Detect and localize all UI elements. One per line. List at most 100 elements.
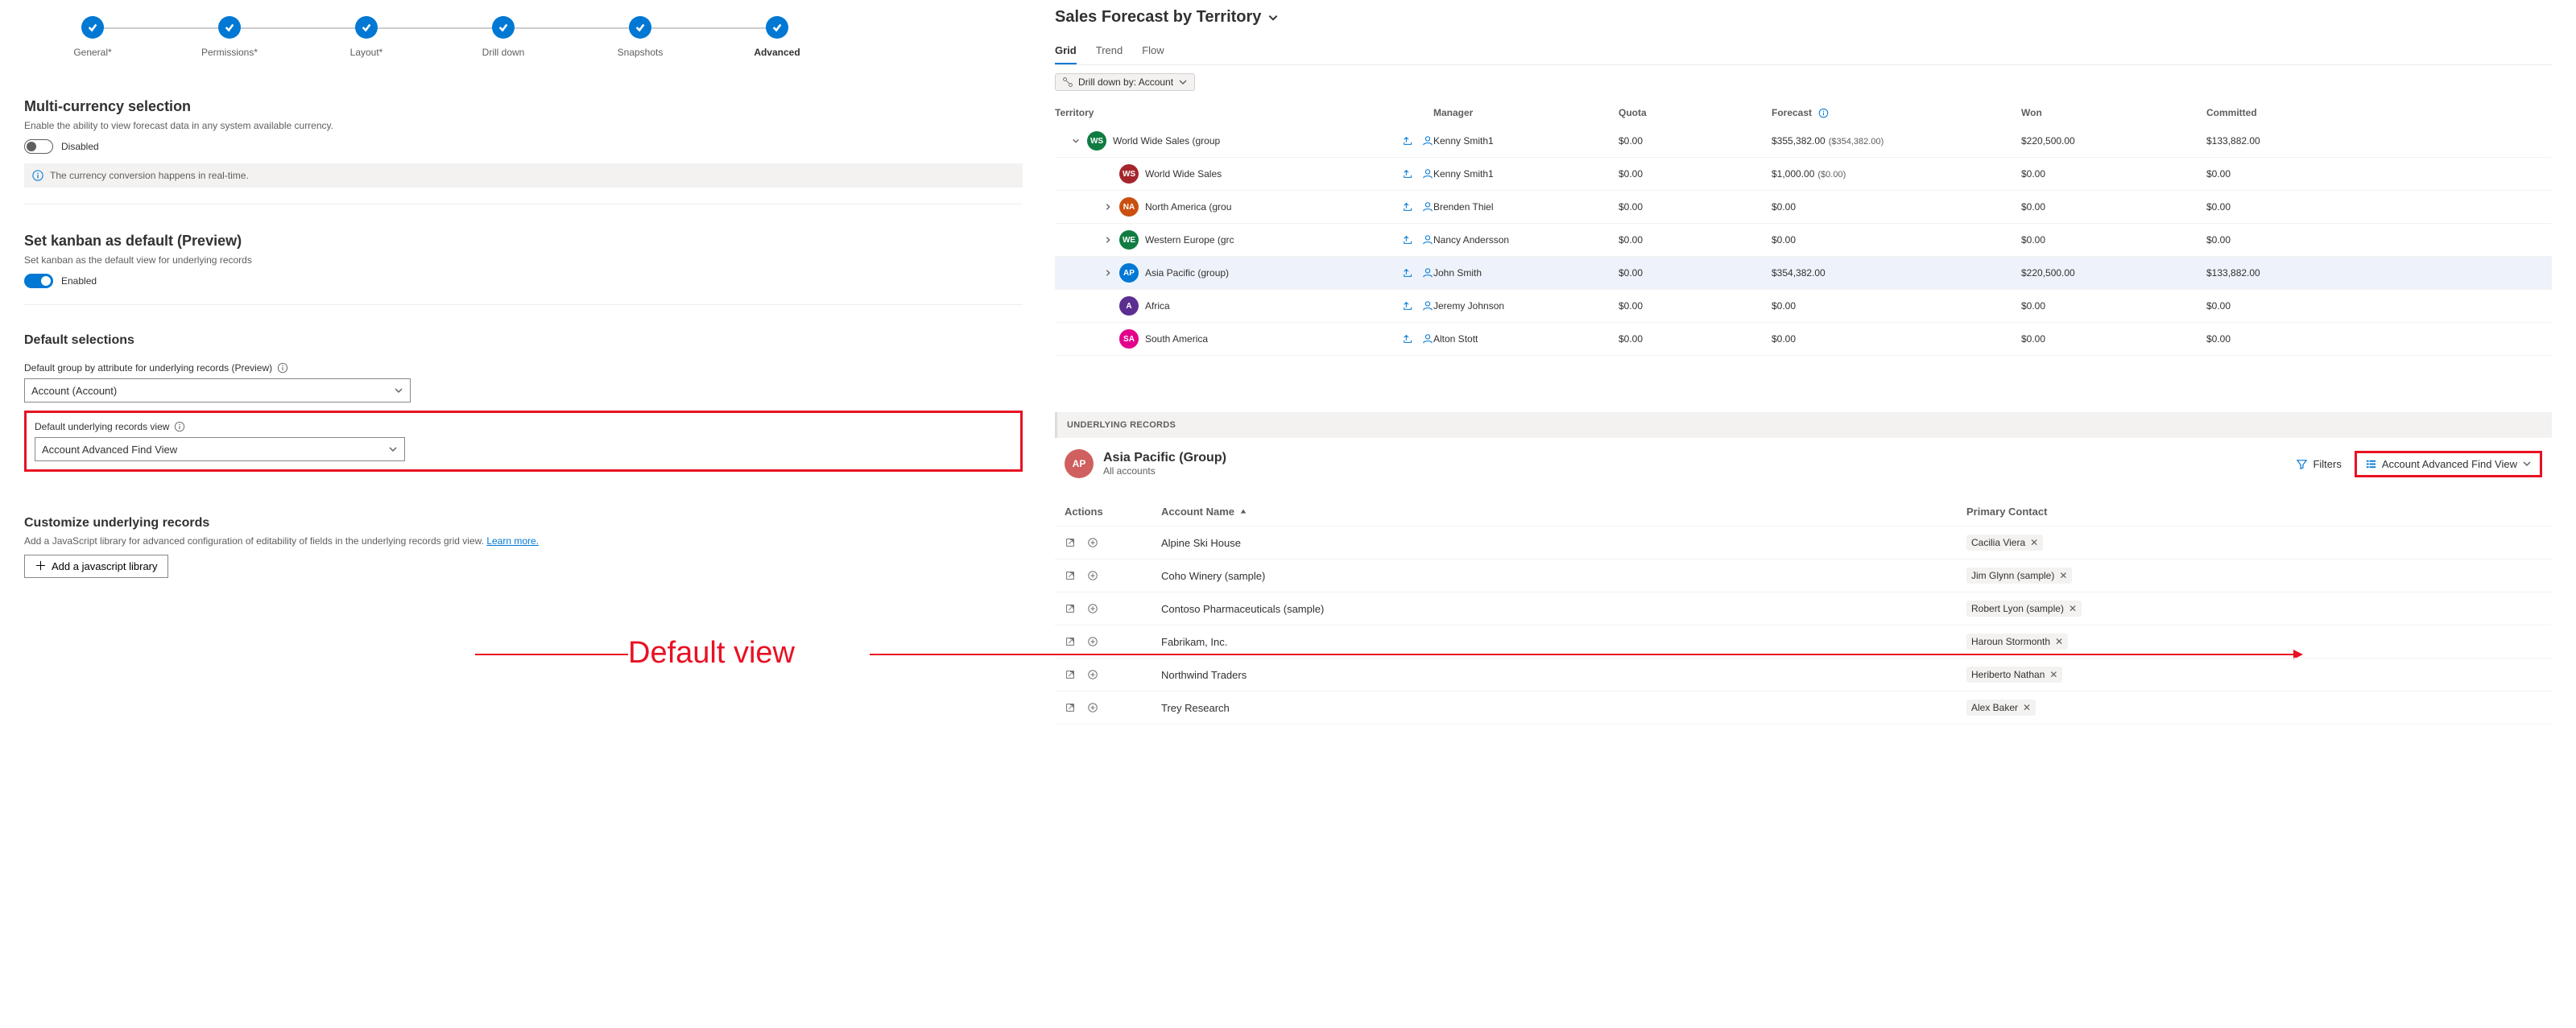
user-icon[interactable] xyxy=(1422,168,1433,180)
territory-name: South America xyxy=(1145,333,1208,345)
remove-chip-icon[interactable]: ✕ xyxy=(2023,702,2031,713)
chevron-down-icon[interactable] xyxy=(1267,12,1279,23)
territory-avatar: WS xyxy=(1119,164,1139,184)
expand-caret-icon[interactable] xyxy=(1071,137,1081,145)
open-icon[interactable] xyxy=(1065,636,1076,647)
won-cell: $0.00 xyxy=(2021,333,2206,345)
quota-cell: $0.00 xyxy=(1619,234,1772,246)
contact-chip[interactable]: Alex Baker ✕ xyxy=(1966,700,2036,716)
add-icon[interactable] xyxy=(1087,537,1098,548)
user-icon[interactable] xyxy=(1422,267,1433,279)
col-forecast[interactable]: Forecast xyxy=(1772,107,2021,118)
col-won[interactable]: Won xyxy=(2021,107,2206,118)
remove-chip-icon[interactable]: ✕ xyxy=(2069,603,2077,614)
forecast-row[interactable]: SA South America Alton Stott $0.00 $0.00… xyxy=(1055,323,2552,356)
filters-button[interactable]: Filters xyxy=(2296,458,2341,470)
forecast-row[interactable]: WS World Wide Sales (group Kenny Smith1 … xyxy=(1055,125,2552,158)
wizard-step[interactable]: Permissions* xyxy=(161,16,298,58)
wizard-step[interactable]: Snapshots xyxy=(572,16,709,58)
forecast-row[interactable]: NA North America (grou Brenden Thiel $0.… xyxy=(1055,191,2552,224)
learn-more-link[interactable]: Learn more. xyxy=(486,535,539,547)
wizard-step[interactable]: Layout* xyxy=(298,16,435,58)
multi-currency-toggle-label: Disabled xyxy=(61,141,99,152)
underlying-row[interactable]: Coho Winery (sample) Jim Glynn (sample) … xyxy=(1055,559,2552,592)
add-js-library-button[interactable]: ＋ Add a javascript library xyxy=(24,555,168,578)
forecast-tab[interactable]: Flow xyxy=(1142,38,1164,64)
col-quota[interactable]: Quota xyxy=(1619,107,1772,118)
add-icon[interactable] xyxy=(1087,636,1098,647)
open-icon[interactable] xyxy=(1065,603,1076,614)
expand-caret-icon[interactable] xyxy=(1103,236,1113,244)
col-committed[interactable]: Committed xyxy=(2206,107,2327,118)
kanban-toggle[interactable] xyxy=(24,274,53,288)
forecast-row[interactable]: WE Western Europe (grc Nancy Andersson $… xyxy=(1055,224,2552,257)
forecast-tab[interactable]: Trend xyxy=(1096,38,1123,64)
add-icon[interactable] xyxy=(1087,603,1098,614)
open-icon[interactable] xyxy=(1065,702,1076,713)
share-icon[interactable] xyxy=(1403,333,1414,345)
default-group-select[interactable]: Account (Account) xyxy=(24,378,411,403)
wizard-step[interactable]: Advanced xyxy=(709,16,846,58)
expand-caret-icon[interactable] xyxy=(1103,203,1113,211)
multi-currency-toggle[interactable] xyxy=(24,139,53,154)
underlying-row[interactable]: Northwind Traders Heriberto Nathan ✕ xyxy=(1055,658,2552,692)
info-icon xyxy=(174,421,185,432)
step-label: Permissions* xyxy=(201,47,258,58)
add-icon[interactable] xyxy=(1087,669,1098,680)
underlying-row[interactable]: Alpine Ski House Cacilia Viera ✕ xyxy=(1055,526,2552,559)
wizard-step[interactable]: Drill down xyxy=(435,16,572,58)
col-manager[interactable]: Manager xyxy=(1433,107,1619,118)
underlying-title: Asia Pacific (Group) xyxy=(1103,451,1226,465)
forecast-row[interactable]: AP Asia Pacific (group) John Smith $0.00… xyxy=(1055,257,2552,290)
territory-name: Africa xyxy=(1145,300,1170,312)
user-icon[interactable] xyxy=(1422,201,1433,213)
contact-chip[interactable]: Cacilia Viera ✕ xyxy=(1966,535,2043,551)
share-icon[interactable] xyxy=(1403,300,1414,312)
contact-chip[interactable]: Robert Lyon (sample) ✕ xyxy=(1966,601,2082,617)
annotation-text: Default view xyxy=(628,636,795,671)
territory-name: Western Europe (grc xyxy=(1145,234,1234,246)
user-icon[interactable] xyxy=(1422,135,1433,147)
contact-chip[interactable]: Heriberto Nathan ✕ xyxy=(1966,667,2062,683)
add-icon[interactable] xyxy=(1087,702,1098,713)
committed-cell: $0.00 xyxy=(2206,201,2327,213)
underlying-row[interactable]: Trey Research Alex Baker ✕ xyxy=(1055,692,2552,725)
default-view-select[interactable]: Account Advanced Find View xyxy=(35,437,405,461)
forecast-row[interactable]: A Africa Jeremy Johnson $0.00 $0.00 $0.0… xyxy=(1055,290,2552,323)
won-cell: $0.00 xyxy=(2021,201,2206,213)
user-icon[interactable] xyxy=(1422,234,1433,246)
share-icon[interactable] xyxy=(1403,234,1414,246)
remove-chip-icon[interactable]: ✕ xyxy=(2030,537,2038,548)
forecast-row[interactable]: WS World Wide Sales Kenny Smith1 $0.00 $… xyxy=(1055,158,2552,191)
remove-chip-icon[interactable]: ✕ xyxy=(2059,570,2067,581)
col-account-name[interactable]: Account Name xyxy=(1161,506,1966,518)
open-icon[interactable] xyxy=(1065,669,1076,680)
share-icon[interactable] xyxy=(1403,135,1414,147)
forecast-title: Sales Forecast by Territory xyxy=(1055,8,1261,27)
view-selector[interactable]: Account Advanced Find View xyxy=(2355,451,2542,477)
won-cell: $0.00 xyxy=(2021,168,2206,180)
add-icon[interactable] xyxy=(1087,570,1098,581)
contact-chip[interactable]: Haroun Stormonth ✕ xyxy=(1966,634,2068,650)
underlying-row[interactable]: Fabrikam, Inc. Haroun Stormonth ✕ xyxy=(1055,625,2552,658)
remove-chip-icon[interactable]: ✕ xyxy=(2055,636,2063,647)
multi-currency-title: Multi-currency selection xyxy=(24,98,1023,115)
drilldown-pill[interactable]: Drill down by: Account xyxy=(1055,73,1195,91)
col-territory[interactable]: Territory xyxy=(1055,107,1433,118)
underlying-row[interactable]: Contoso Pharmaceuticals (sample) Robert … xyxy=(1055,592,2552,625)
expand-caret-icon[interactable] xyxy=(1103,269,1113,277)
step-label: General* xyxy=(73,47,111,58)
share-icon[interactable] xyxy=(1403,267,1414,279)
open-icon[interactable] xyxy=(1065,570,1076,581)
forecast-tab[interactable]: Grid xyxy=(1055,38,1077,64)
open-icon[interactable] xyxy=(1065,537,1076,548)
wizard-step[interactable]: General* xyxy=(24,16,161,58)
share-icon[interactable] xyxy=(1403,168,1414,180)
chevron-down-icon xyxy=(394,386,403,395)
col-primary-contact[interactable]: Primary Contact xyxy=(1966,506,2272,518)
share-icon[interactable] xyxy=(1403,201,1414,213)
remove-chip-icon[interactable]: ✕ xyxy=(2049,669,2057,680)
contact-chip[interactable]: Jim Glynn (sample) ✕ xyxy=(1966,568,2072,584)
user-icon[interactable] xyxy=(1422,333,1433,345)
user-icon[interactable] xyxy=(1422,300,1433,312)
